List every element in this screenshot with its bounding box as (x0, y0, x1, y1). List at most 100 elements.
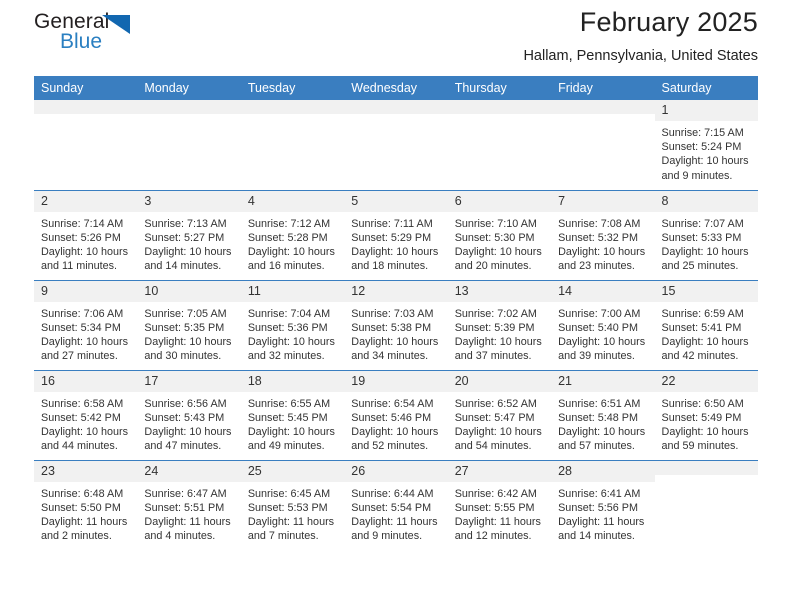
day-cell[interactable]: 5 Sunrise: 7:11 AM Sunset: 5:29 PM Dayli… (344, 189, 448, 280)
sunrise-text: Sunrise: 7:06 AM (41, 307, 124, 320)
daylight-text-line1: Daylight: 10 hours (661, 155, 749, 168)
day-cell[interactable]: 28 Sunrise: 6:41 AM Sunset: 5:56 PM Dayl… (551, 459, 655, 550)
day-number: 17 (137, 370, 241, 392)
daylight-text-line2: and 54 minutes. (454, 440, 532, 453)
day-cell[interactable]: 13 Sunrise: 7:02 AM Sunset: 5:39 PM Dayl… (447, 279, 552, 370)
daylight-text-line1: Daylight: 10 hours (144, 425, 232, 438)
daylight-text-line1: Daylight: 10 hours (41, 335, 129, 348)
day-details: Sunrise: 7:05 AM Sunset: 5:35 PM Dayligh… (137, 302, 240, 364)
weekday-header-friday: Friday (551, 76, 655, 100)
daylight-text-line2: and 32 minutes. (247, 350, 325, 363)
day-number (137, 100, 241, 114)
daylight-text-line2: and 20 minutes. (454, 260, 532, 273)
sunrise-text: Sunrise: 6:47 AM (144, 487, 227, 500)
sunrise-text: Sunrise: 6:58 AM (41, 397, 124, 410)
daylight-text-line1: Daylight: 10 hours (558, 335, 646, 348)
sunset-text: Sunset: 5:45 PM (247, 411, 328, 424)
day-number (240, 100, 345, 114)
sunset-text: Sunset: 5:34 PM (41, 321, 121, 334)
day-cell[interactable]: 6 Sunrise: 7:10 AM Sunset: 5:30 PM Dayli… (447, 189, 552, 280)
day-number: 7 (551, 190, 655, 212)
daylight-text-line1: Daylight: 10 hours (351, 425, 439, 438)
day-details: Sunrise: 6:50 AM Sunset: 5:49 PM Dayligh… (655, 392, 758, 454)
daylight-text-line1: Daylight: 10 hours (661, 245, 749, 258)
daylight-text-line1: Daylight: 10 hours (661, 335, 749, 348)
daylight-text-line2: and 7 minutes. (247, 530, 319, 543)
sunrise-text: Sunrise: 7:05 AM (144, 307, 227, 320)
day-cell[interactable]: 17 Sunrise: 6:56 AM Sunset: 5:43 PM Dayl… (137, 369, 241, 460)
day-cell[interactable]: 14 Sunrise: 7:00 AM Sunset: 5:40 PM Dayl… (551, 279, 655, 370)
daylight-text-line2: and 2 minutes. (41, 530, 112, 543)
sunrise-text: Sunrise: 7:10 AM (454, 217, 537, 230)
day-details: Sunrise: 7:14 AM Sunset: 5:26 PM Dayligh… (34, 212, 137, 274)
day-cell[interactable]: 11 Sunrise: 7:04 AM Sunset: 5:36 PM Dayl… (240, 279, 345, 370)
day-cell[interactable]: 7 Sunrise: 7:08 AM Sunset: 5:32 PM Dayli… (551, 189, 655, 280)
day-cell[interactable]: 19 Sunrise: 6:54 AM Sunset: 5:46 PM Dayl… (344, 369, 448, 460)
day-number: 28 (551, 460, 655, 482)
calendar-week-row: 16 Sunrise: 6:58 AM Sunset: 5:42 PM Dayl… (34, 369, 758, 460)
day-details: Sunrise: 6:56 AM Sunset: 5:43 PM Dayligh… (137, 392, 240, 454)
daylight-text-line2: and 59 minutes. (661, 440, 739, 453)
day-cell[interactable]: 10 Sunrise: 7:05 AM Sunset: 5:35 PM Dayl… (137, 279, 241, 370)
day-cell[interactable]: 3 Sunrise: 7:13 AM Sunset: 5:27 PM Dayli… (137, 189, 241, 280)
day-cell[interactable]: 15 Sunrise: 6:59 AM Sunset: 5:41 PM Dayl… (654, 279, 758, 370)
day-cell[interactable]: 2 Sunrise: 7:14 AM Sunset: 5:26 PM Dayli… (34, 189, 138, 280)
sunrise-text: Sunrise: 6:48 AM (41, 487, 124, 500)
day-cell[interactable]: 23 Sunrise: 6:48 AM Sunset: 5:50 PM Dayl… (34, 459, 138, 550)
day-cell[interactable]: 22 Sunrise: 6:50 AM Sunset: 5:49 PM Dayl… (654, 369, 758, 460)
sunset-text: Sunset: 5:46 PM (351, 411, 432, 424)
daylight-text-line1: Daylight: 10 hours (351, 335, 439, 348)
day-cell[interactable]: 21 Sunrise: 6:51 AM Sunset: 5:48 PM Dayl… (551, 369, 655, 460)
day-details: Sunrise: 7:11 AM Sunset: 5:29 PM Dayligh… (344, 212, 447, 274)
daylight-text-line2: and 30 minutes. (144, 350, 222, 363)
calendar-week-row: 2 Sunrise: 7:14 AM Sunset: 5:26 PM Dayli… (34, 189, 758, 280)
day-cell[interactable]: 16 Sunrise: 6:58 AM Sunset: 5:42 PM Dayl… (34, 369, 138, 460)
daylight-text-line2: and 42 minutes. (661, 350, 739, 363)
day-cell[interactable]: 20 Sunrise: 6:52 AM Sunset: 5:47 PM Dayl… (447, 369, 552, 460)
day-cell[interactable]: 26 Sunrise: 6:44 AM Sunset: 5:54 PM Dayl… (344, 459, 448, 550)
day-details: Sunrise: 7:00 AM Sunset: 5:40 PM Dayligh… (551, 302, 654, 364)
day-cell[interactable]: 12 Sunrise: 7:03 AM Sunset: 5:38 PM Dayl… (344, 279, 448, 370)
sunset-text: Sunset: 5:24 PM (661, 141, 742, 154)
day-number (344, 100, 448, 114)
weekday-header-monday: Monday (137, 76, 241, 100)
day-cell[interactable]: 18 Sunrise: 6:55 AM Sunset: 5:45 PM Dayl… (240, 369, 345, 460)
daylight-text-line2: and 37 minutes. (454, 350, 532, 363)
sunset-text: Sunset: 5:56 PM (558, 501, 638, 514)
sunset-text: Sunset: 5:50 PM (41, 501, 121, 514)
sunset-text: Sunset: 5:28 PM (247, 231, 328, 244)
daylight-text-line1: Daylight: 11 hours (144, 515, 231, 528)
day-cell[interactable]: 27 Sunrise: 6:42 AM Sunset: 5:55 PM Dayl… (447, 459, 552, 550)
day-details: Sunrise: 7:04 AM Sunset: 5:36 PM Dayligh… (241, 302, 344, 364)
day-cell[interactable]: 24 Sunrise: 6:47 AM Sunset: 5:51 PM Dayl… (137, 459, 241, 550)
brand-name-blue: Blue (60, 30, 103, 53)
day-number: 22 (654, 370, 758, 392)
daylight-text-line2: and 14 minutes. (558, 530, 635, 543)
day-number: 14 (551, 280, 655, 302)
sunrise-text: Sunrise: 6:52 AM (454, 397, 537, 410)
daylight-text-line1: Daylight: 10 hours (144, 335, 232, 348)
day-details: Sunrise: 6:44 AM Sunset: 5:54 PM Dayligh… (344, 482, 447, 544)
brand-logo[interactable]: General Blue (34, 10, 154, 60)
sunset-text: Sunset: 5:26 PM (41, 231, 121, 244)
daylight-text-line1: Daylight: 10 hours (558, 425, 646, 438)
page-title: February 2025 (579, 7, 758, 37)
day-details: Sunrise: 7:13 AM Sunset: 5:27 PM Dayligh… (137, 212, 240, 274)
sunset-text: Sunset: 5:55 PM (454, 501, 535, 514)
day-cell[interactable]: 1 Sunrise: 7:15 AM Sunset: 5:24 PM Dayli… (654, 100, 758, 190)
daylight-text-line1: Daylight: 10 hours (247, 335, 335, 348)
day-cell[interactable]: 9 Sunrise: 7:06 AM Sunset: 5:34 PM Dayli… (34, 279, 138, 370)
sunrise-text: Sunrise: 6:42 AM (454, 487, 537, 500)
day-cell[interactable]: 4 Sunrise: 7:12 AM Sunset: 5:28 PM Dayli… (240, 189, 345, 280)
day-cell[interactable]: 25 Sunrise: 6:45 AM Sunset: 5:53 PM Dayl… (240, 459, 345, 550)
day-details: Sunrise: 6:55 AM Sunset: 5:45 PM Dayligh… (241, 392, 344, 454)
daylight-text-line1: Daylight: 11 hours (41, 515, 128, 528)
day-details: Sunrise: 6:51 AM Sunset: 5:48 PM Dayligh… (551, 392, 654, 454)
day-number: 5 (344, 190, 448, 212)
daylight-text-line2: and 25 minutes. (661, 260, 739, 273)
day-cell[interactable]: 8 Sunrise: 7:07 AM Sunset: 5:33 PM Dayli… (654, 189, 758, 280)
day-number: 21 (551, 370, 655, 392)
daylight-text-line1: Daylight: 10 hours (41, 245, 129, 258)
day-cell-empty (34, 100, 138, 190)
day-number: 23 (34, 460, 138, 482)
